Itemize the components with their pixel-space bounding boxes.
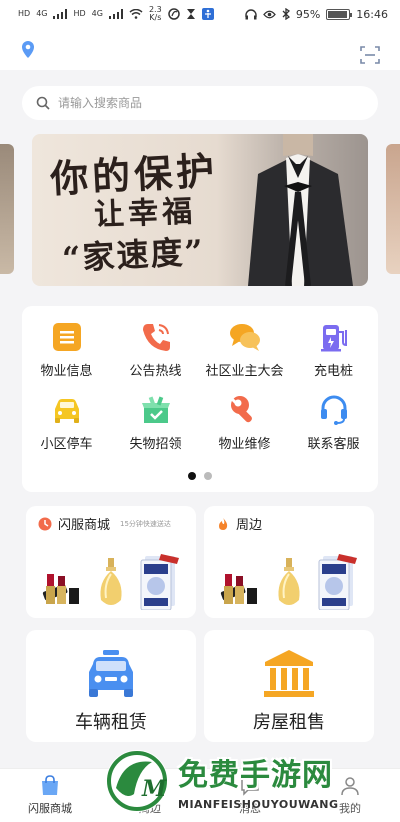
nearby-title: 周边 [236,518,263,533]
flash-mall-title: 闪服商城 [58,518,111,533]
headphone-icon [245,8,257,19]
network-label-1: 4G [36,9,48,18]
location-pin-icon[interactable] [20,40,36,60]
menu-label: 小区停车 [40,437,93,452]
hd-label-1: HD [18,9,31,18]
banner-headline-3: “家速度” [61,232,206,278]
car-rental-card[interactable]: 车辆租赁 [26,630,196,742]
perfume-image [100,558,122,605]
flash-clock-icon [38,517,52,530]
face-mask-image [318,554,358,610]
menu-item-repairs[interactable]: 物业维修 [200,393,289,452]
nearby-header: 周边 [216,514,262,533]
menu-label: 失物招领 [129,437,182,452]
app-leaf-icon [167,8,180,20]
search-input[interactable] [58,96,338,110]
charging-station-icon [320,325,347,352]
search-bar[interactable] [22,86,378,120]
flash-mall-card[interactable]: 闪服商城 15分钟快速送达 [26,506,196,618]
flash-mall-header: 闪服商城 15分钟快速送达 [38,514,171,533]
search-icon [36,96,50,110]
net-speed: 2.3 K/s [149,6,162,22]
nearby-products [212,544,368,610]
menu-item-customer-service[interactable]: 联系客服 [289,393,378,452]
accessibility-icon [201,8,214,20]
lipstick-image [42,574,79,604]
nearby-card[interactable]: 周边 [204,506,374,618]
wrench-icon [230,396,252,423]
page-dot[interactable] [204,472,212,480]
building-icon [264,650,314,697]
car-front-icon [89,650,133,697]
battery-icon [326,8,353,20]
flash-mall-subtitle: 15分钟快速送达 [120,519,171,528]
page-dot-active[interactable] [188,472,196,480]
menu-label: 社区业主大会 [205,364,284,379]
car-icon [54,399,79,423]
nav-label: 闪服商城 [28,802,72,815]
network-label-2: 4G [91,9,103,18]
nav-tab-flash-mall[interactable]: 闪服商城 [0,769,100,822]
headset-icon [320,395,347,425]
menu-item-property-info[interactable]: 物业信息 [22,320,111,379]
menu-page-indicator [22,472,378,480]
banner-prev-peek[interactable] [0,144,14,274]
signal-icon [53,9,68,19]
watermark-logo-icon: M [106,750,168,812]
face-mask-image [140,554,180,610]
suit-figure-image [248,134,353,286]
banner-slide[interactable]: 你的保护 让幸福 “家速度” [32,134,368,286]
site-watermark: M 免费手游网 MIANFEISHOUYOUWANG [104,744,400,822]
menu-label: 物业维修 [218,437,271,452]
eye-icon [262,10,276,18]
document-icon [52,323,81,351]
menu-label: 公告热线 [129,364,182,379]
watermark-title: 免费手游网 [178,758,333,793]
house-rental-label: 房屋租售 [253,712,325,733]
menu-item-charging-station[interactable]: 充电桩 [289,320,378,379]
scan-icon[interactable] [360,46,380,64]
lost-box-icon [141,396,170,423]
hourglass-icon [186,9,195,19]
phone-icon [142,324,170,351]
watermark-logo-letter: M [141,776,167,802]
lipstick-image [220,574,257,604]
menu-label: 充电桩 [313,364,353,379]
banner-carousel[interactable]: 你的保护 让幸福 “家速度” [0,134,400,286]
house-rental-card[interactable]: 房屋租售 [204,630,374,742]
net-speed-unit: K/s [149,13,162,22]
status-bar: HD 4G HD 4G 2.3 K/s 95% 16:46 [0,0,400,28]
status-left: HD 4G HD 4G 2.3 K/s [18,6,214,22]
perfume-image [278,558,300,605]
wifi-icon [129,9,143,19]
signal-icon-2 [108,9,123,19]
service-menu-grid: 物业信息 公告热线 社区业主大会 充电桩 小区停车 失物招领 物业维修 联系客服 [22,320,378,452]
top-header [0,28,400,70]
flame-icon [219,517,228,530]
menu-item-lost-and-found[interactable]: 失物招领 [111,393,200,452]
clock: 16:46 [356,7,388,21]
status-right: 95% 16:46 [245,8,388,21]
flash-mall-products [34,544,190,610]
chat-bubbles-icon [229,324,260,351]
battery-fill [328,10,348,18]
shopping-bag-icon [42,775,58,795]
menu-label: 联系客服 [307,437,360,452]
watermark-subtitle: MIANFEISHOUYOUWANG [178,798,339,811]
banner-next-peek[interactable] [386,144,400,274]
hd-label-2: HD [73,9,86,18]
menu-item-announcement-hotline[interactable]: 公告热线 [111,320,200,379]
bluetooth-icon [282,8,290,20]
menu-item-owners-meeting[interactable]: 社区业主大会 [200,320,289,379]
menu-label: 物业信息 [40,364,93,379]
car-rental-label: 车辆租赁 [75,712,147,733]
service-menu: 物业信息 公告热线 社区业主大会 充电桩 小区停车 失物招领 物业维修 联系客服 [22,306,378,492]
menu-item-parking[interactable]: 小区停车 [22,393,111,452]
battery-percent: 95% [295,7,321,21]
